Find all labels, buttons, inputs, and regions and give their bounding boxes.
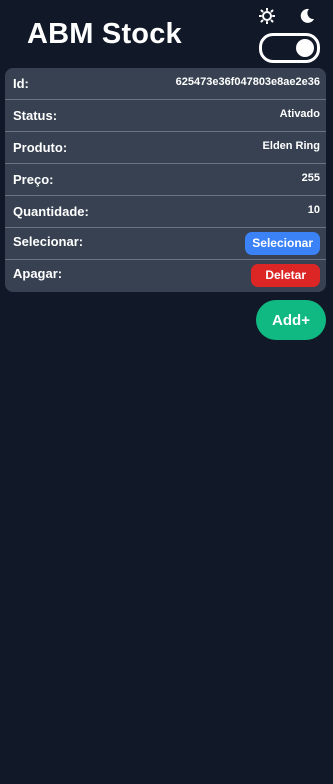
product-value: Elden Ring: [262, 140, 320, 152]
app-header: ABM Stock: [0, 0, 333, 68]
moon-icon: [299, 8, 315, 24]
page-title: ABM Stock: [27, 18, 182, 50]
row-select: Selecionar: Selecionar: [5, 228, 326, 260]
product-card: Id: 625473e36f047803e8ae2e36 Status: Ati…: [5, 68, 326, 292]
id-value: 625473e36f047803e8ae2e36: [175, 76, 320, 88]
quantity-value: 10: [307, 204, 320, 216]
quantity-label: Quantidade:: [13, 204, 89, 219]
row-price: Preço: 255: [5, 164, 326, 196]
select-label: Selecionar:: [13, 234, 84, 249]
delete-button[interactable]: Deletar: [251, 264, 320, 287]
row-status: Status: Ativado: [5, 100, 326, 132]
row-delete: Apagar: Deletar: [5, 260, 326, 291]
id-label: Id:: [13, 76, 29, 91]
price-value: 255: [301, 172, 320, 184]
status-value: Ativado: [279, 108, 320, 120]
delete-label: Apagar:: [13, 266, 63, 281]
sun-icon: [258, 7, 276, 25]
row-id: Id: 625473e36f047803e8ae2e36: [5, 68, 326, 100]
add-button[interactable]: Add+: [256, 300, 326, 340]
theme-icons: [258, 7, 321, 28]
row-quantity: Quantidade: 10: [5, 196, 326, 228]
dark-mode-toggle[interactable]: [259, 33, 320, 63]
status-label: Status:: [13, 108, 58, 123]
product-label: Produto:: [13, 140, 68, 155]
toggle-knob: [296, 39, 314, 57]
price-label: Preço:: [13, 172, 54, 187]
row-product: Produto: Elden Ring: [5, 132, 326, 164]
select-button[interactable]: Selecionar: [245, 232, 320, 255]
